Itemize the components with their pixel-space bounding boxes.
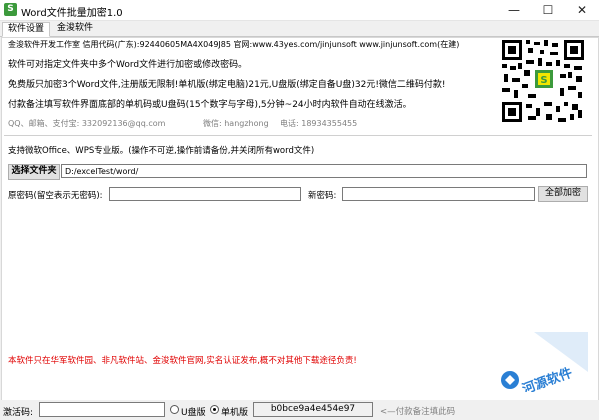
svg-text:S: S: [540, 75, 547, 86]
activation-label: 激活码:: [3, 408, 34, 418]
support-note: 支持微软Office、WPS专业版。(操作不可逆,操作前请备份,并关闭所有wor…: [8, 146, 315, 156]
tab-jinjun[interactable]: 金浚软件: [52, 22, 98, 35]
title-bar: S Word文件批量加密1.0 — ☐ ✕: [0, 0, 599, 21]
old-password-input[interactable]: [109, 187, 301, 201]
payment-qr-code: S: [500, 38, 586, 124]
description: 软件可对指定文件夹中多个Word文件进行加密或修改密码。: [8, 60, 248, 70]
site-watermark: 河源软件: [470, 332, 588, 398]
machine-code-field: b0bce9a4e454e97: [253, 402, 373, 417]
usb-version-radio[interactable]: [170, 405, 179, 414]
old-password-label: 原密码(留空表示无密码):: [8, 191, 103, 201]
folder-path-input[interactable]: D:/excelTest/word/: [61, 164, 587, 178]
select-folder-button[interactable]: 选择文件夹: [8, 164, 60, 180]
activation-code-input[interactable]: [39, 402, 165, 417]
download-notice: 本软件只在华军软件园、非凡软件站、金浚软件官网,实名认证发布,概不对其他下载途径…: [8, 356, 357, 366]
new-password-label: 新密码:: [308, 191, 337, 201]
machine-code-hint: <—付款备注填此码: [380, 407, 456, 417]
maximize-button[interactable]: ☐: [531, 0, 565, 20]
app-icon: S: [4, 3, 17, 16]
tab-settings[interactable]: 软件设置: [2, 22, 51, 37]
contact-qq: QQ、邮箱、支付宝: 332092136@qq.com: [8, 119, 166, 128]
minimize-button[interactable]: —: [497, 0, 531, 20]
qr-code-icon: S: [500, 38, 586, 124]
new-password-input[interactable]: [342, 187, 535, 201]
watermark-logo-icon: 河源软件: [501, 332, 588, 398]
pricing-info: 免费版只加密3个Word文件,注册版无限制!单机版(绑定电脑)21元,U盘版(绑…: [8, 80, 446, 90]
encrypt-all-button[interactable]: 全部加密: [538, 186, 588, 202]
tab-strip: 软件设置 金浚软件: [0, 21, 599, 37]
window-title: Word文件批量加密1.0: [21, 8, 123, 19]
company-info: 金浚软件开发工作室 信用代码(广东):92440605MA4X049J85 官网…: [8, 40, 460, 49]
watermark-text: 河源软件: [520, 365, 574, 392]
close-button[interactable]: ✕: [565, 0, 599, 20]
contact-wechat: 微信: hangzhong: [203, 119, 269, 128]
contact-phone: 电话: 18934355455: [280, 119, 358, 128]
payment-note: 付款备注填写软件界面底部的单机码或U盘码(15个数字与字母),5分钟~24小时内…: [8, 100, 412, 110]
pc-version-radio[interactable]: [210, 405, 219, 414]
section-divider: [4, 135, 592, 136]
pc-version-label[interactable]: 单机版: [221, 405, 248, 418]
usb-version-label[interactable]: U盘版: [181, 405, 206, 418]
